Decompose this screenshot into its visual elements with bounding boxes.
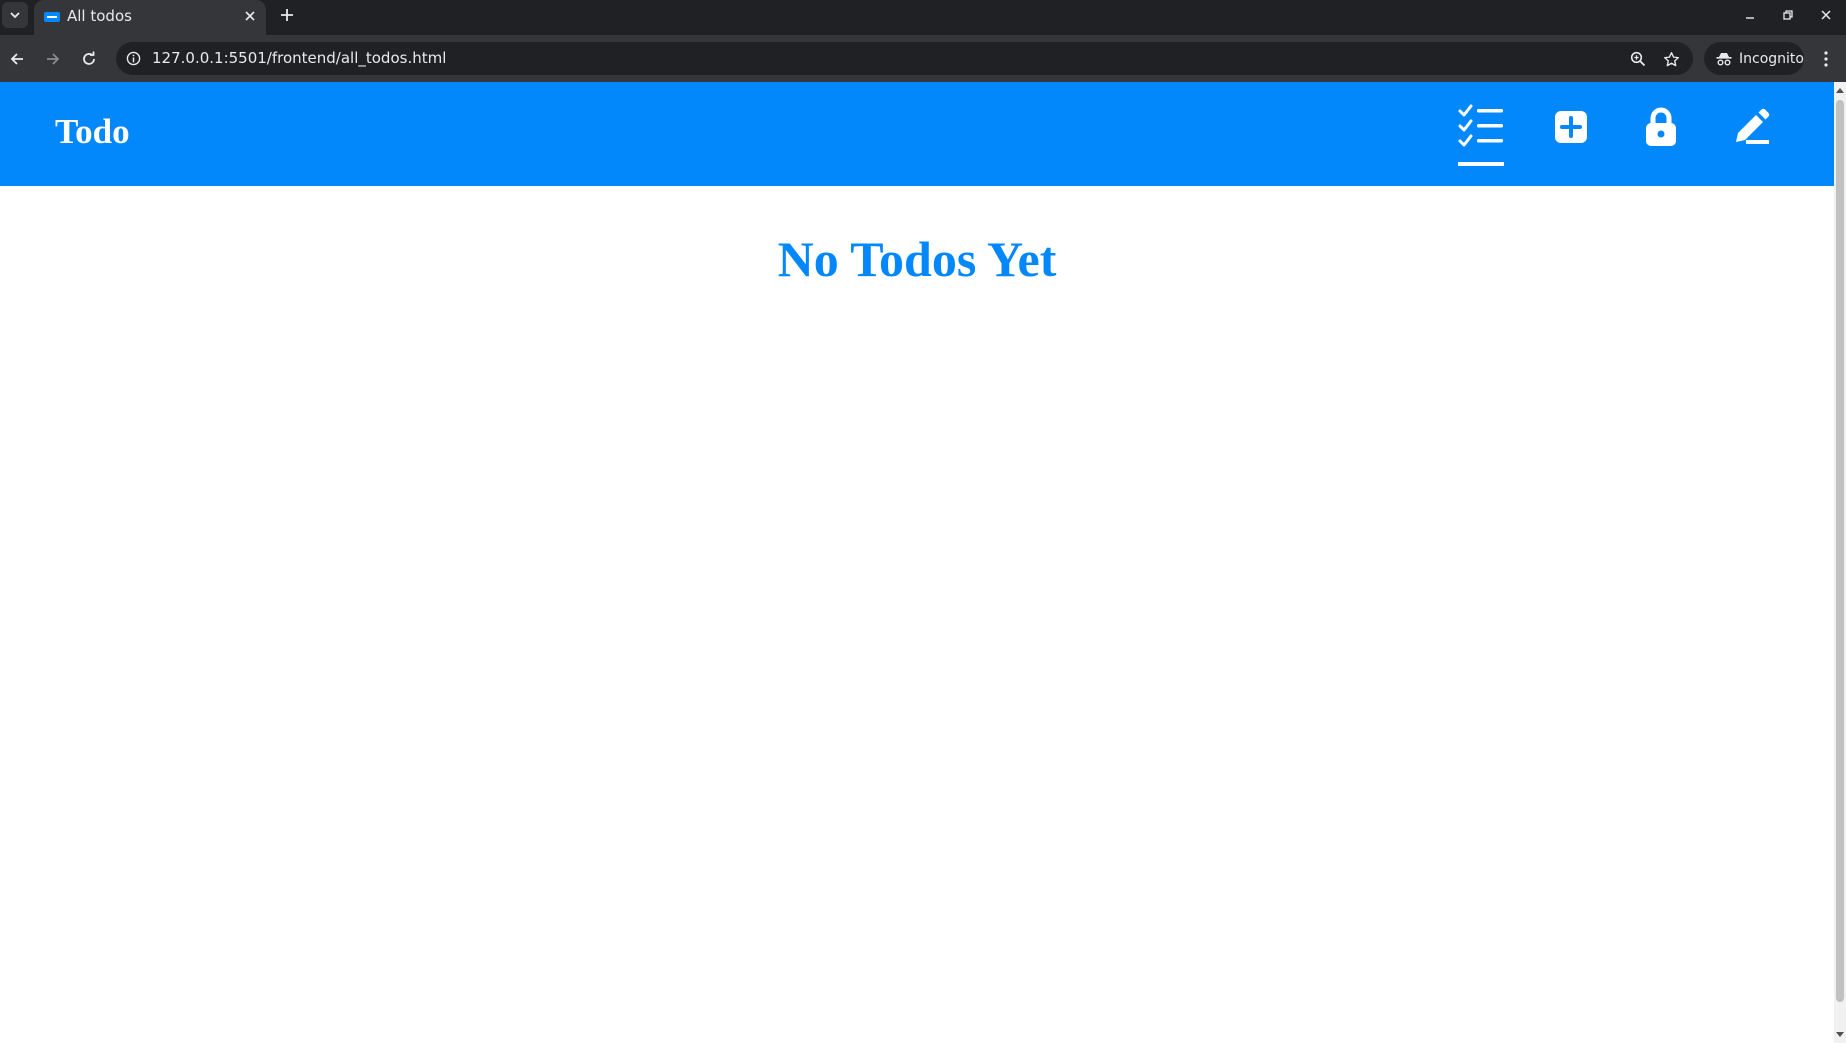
site-info-icon[interactable] [124, 49, 143, 68]
new-tab-icon[interactable] [276, 4, 298, 26]
brand-logo[interactable]: Todo [55, 112, 130, 152]
reload-icon[interactable] [75, 45, 103, 73]
back-icon[interactable] [3, 45, 31, 73]
scroll-thumb[interactable] [1836, 100, 1844, 1002]
minimize-icon[interactable] [1737, 3, 1763, 27]
todo-favicon-icon [44, 9, 60, 25]
add-todo-plus-square-icon[interactable] [1546, 102, 1596, 152]
app-navbar: Todo [0, 82, 1834, 186]
tab-close-icon[interactable] [240, 6, 260, 26]
scroll-down-icon[interactable] [1836, 1032, 1844, 1037]
all-todos-checklist-icon[interactable] [1456, 102, 1506, 152]
incognito-indicator[interactable]: Incognito [1704, 42, 1804, 75]
zoom-icon[interactable] [1626, 47, 1650, 71]
url-text: 127.0.0.1:5501/frontend/all_todos.html [152, 49, 447, 67]
page-scrollbar[interactable] [1834, 82, 1846, 1043]
page-viewport: Todo No Todos Yet [0, 82, 1834, 1043]
browser-tab-active[interactable]: All todos [34, 0, 266, 35]
scroll-up-icon[interactable] [1836, 88, 1844, 93]
browser-tab-strip: All todos [0, 0, 1846, 35]
edit-pencil-icon[interactable] [1726, 102, 1776, 152]
active-nav-underline [1458, 162, 1504, 166]
browser-toolbar: 127.0.0.1:5501/frontend/all_todos.html I… [0, 35, 1846, 82]
empty-state-title: No Todos Yet [777, 231, 1057, 287]
tab-search-button[interactable] [2, 2, 28, 28]
address-bar[interactable]: 127.0.0.1:5501/frontend/all_todos.html [116, 42, 1693, 75]
tab-title: All todos [67, 7, 132, 25]
restore-icon[interactable] [1775, 3, 1801, 27]
browser-menu-icon[interactable] [1814, 45, 1838, 73]
lock-icon[interactable] [1636, 102, 1686, 152]
incognito-icon [1716, 52, 1732, 65]
close-window-icon[interactable] [1813, 3, 1839, 27]
bookmark-star-icon[interactable] [1659, 47, 1683, 71]
chevron-down-icon [10, 12, 20, 19]
forward-icon[interactable] [39, 45, 67, 73]
incognito-label: Incognito [1739, 50, 1804, 67]
